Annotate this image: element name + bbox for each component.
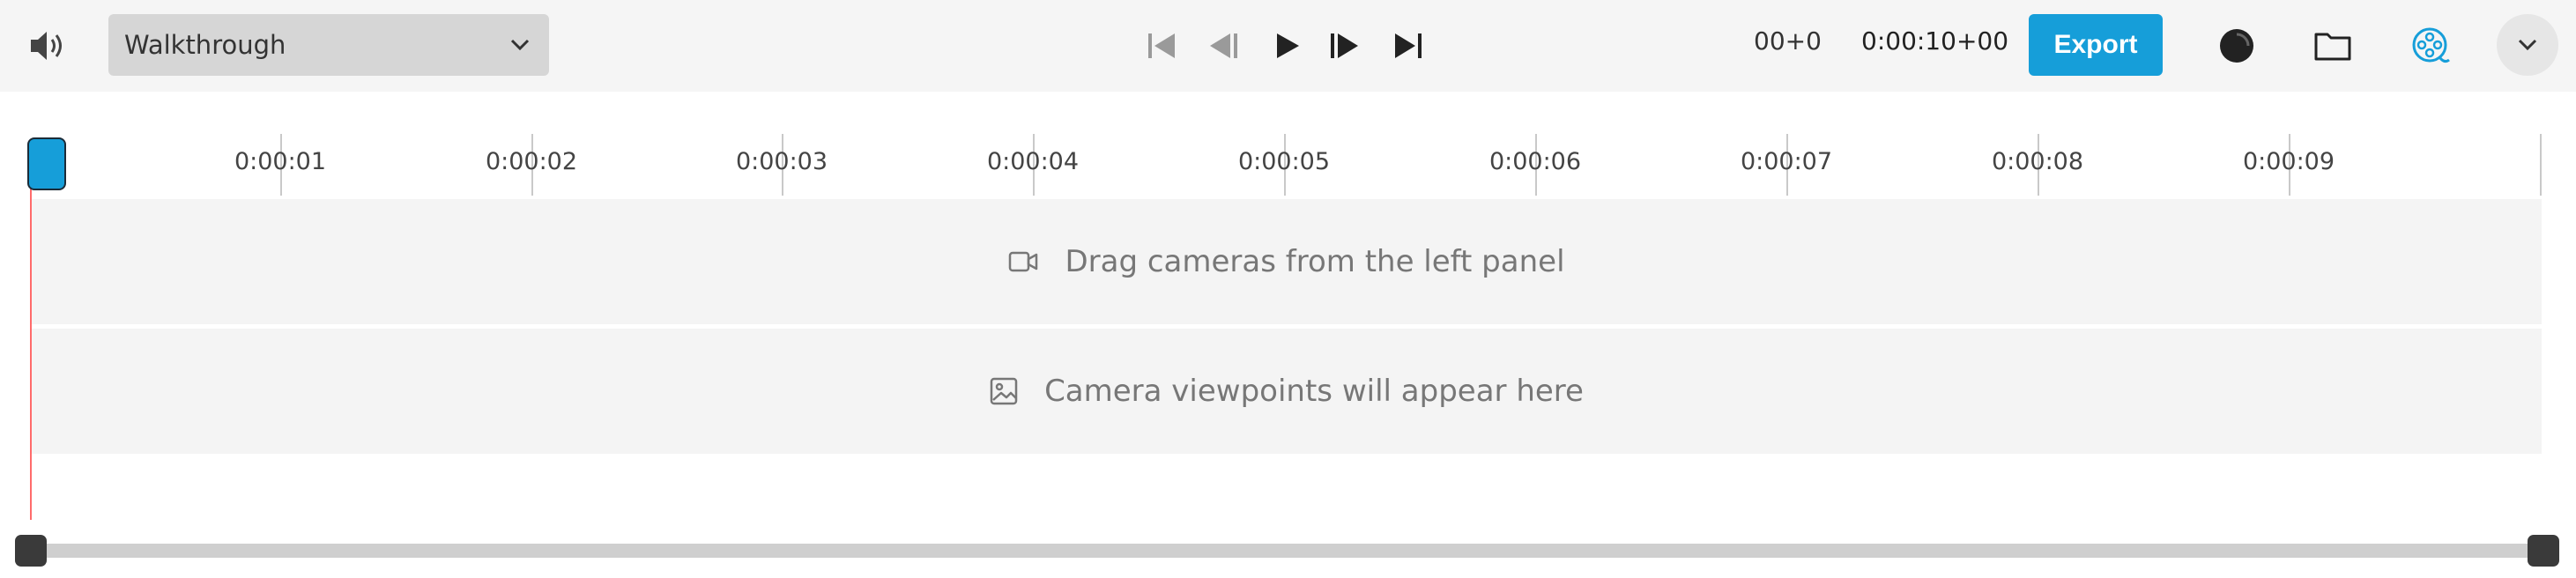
folder-button[interactable] bbox=[2313, 26, 2352, 65]
camera-track[interactable]: Drag cameras from the left panel bbox=[32, 199, 2542, 324]
ruler-tick-label: 0:00:08 bbox=[1991, 148, 2084, 175]
timecode-frames: 00+0 bbox=[1754, 26, 1822, 56]
more-menu-button[interactable] bbox=[2497, 14, 2558, 76]
ruler-tick-label: 0:00:05 bbox=[1237, 148, 1331, 175]
ruler-tick-label: 0:00:04 bbox=[986, 148, 1080, 175]
play-icon bbox=[1277, 33, 1299, 58]
skip-to-start-button[interactable] bbox=[1144, 28, 1179, 63]
sequence-select-value: Walkthrough bbox=[124, 30, 286, 60]
video-camera-icon bbox=[1008, 250, 1038, 273]
step-backward-icon bbox=[1210, 33, 1237, 58]
zoom-range-end-handle[interactable] bbox=[2528, 535, 2559, 567]
timecode-total: 0:00:10+00 bbox=[1861, 26, 2009, 56]
chevron-down-icon bbox=[2518, 39, 2537, 51]
record-button[interactable] bbox=[2217, 26, 2256, 65]
sequence-select[interactable]: Walkthrough bbox=[108, 14, 549, 76]
folder-icon bbox=[2314, 33, 2351, 61]
ruler-tick-label: 0:00:02 bbox=[485, 148, 578, 175]
skip-to-end-button[interactable] bbox=[1391, 28, 1426, 63]
step-backward-button[interactable] bbox=[1206, 28, 1241, 63]
timeline-ruler[interactable]: 0:00:01 0:00:02 0:00:03 0:00:04 0:00:05 … bbox=[0, 92, 2576, 199]
playhead-line bbox=[30, 185, 32, 520]
volume-button[interactable] bbox=[26, 24, 71, 68]
ruler-tick-label: 0:00:06 bbox=[1488, 148, 1582, 175]
zoom-range-rail[interactable] bbox=[30, 544, 2545, 558]
ruler-tick-label: 0:00:01 bbox=[234, 148, 327, 175]
step-forward-icon bbox=[1331, 33, 1358, 58]
chevron-down-icon bbox=[507, 32, 533, 58]
film-reel-icon bbox=[2412, 27, 2450, 63]
zoom-range-start-handle[interactable] bbox=[15, 535, 47, 567]
ruler-tick-label: 0:00:07 bbox=[1740, 148, 1833, 175]
toolbar: Walkthrough 00+0 0:00:10+00 Export bbox=[0, 0, 2576, 92]
film-reel-button[interactable] bbox=[2411, 26, 2450, 65]
skip-to-end-icon bbox=[1395, 33, 1422, 58]
skip-to-start-icon bbox=[1148, 33, 1175, 58]
playhead-handle[interactable] bbox=[27, 137, 66, 190]
ruler-tick-label: 0:00:09 bbox=[2242, 148, 2335, 175]
export-button[interactable]: Export bbox=[2029, 14, 2163, 76]
ruler-tick-end bbox=[2540, 134, 2542, 196]
play-button[interactable] bbox=[1270, 28, 1305, 63]
viewpoint-track[interactable]: Camera viewpoints will appear here bbox=[32, 329, 2542, 454]
speaker-volume-icon bbox=[31, 32, 62, 60]
ruler-tick-label: 0:00:03 bbox=[735, 148, 828, 175]
viewpoint-track-placeholder: Camera viewpoints will appear here bbox=[1044, 374, 1584, 409]
image-icon bbox=[990, 377, 1018, 405]
record-dot-icon bbox=[2220, 29, 2253, 63]
camera-track-placeholder: Drag cameras from the left panel bbox=[1065, 244, 1565, 279]
step-forward-button[interactable] bbox=[1327, 28, 1362, 63]
